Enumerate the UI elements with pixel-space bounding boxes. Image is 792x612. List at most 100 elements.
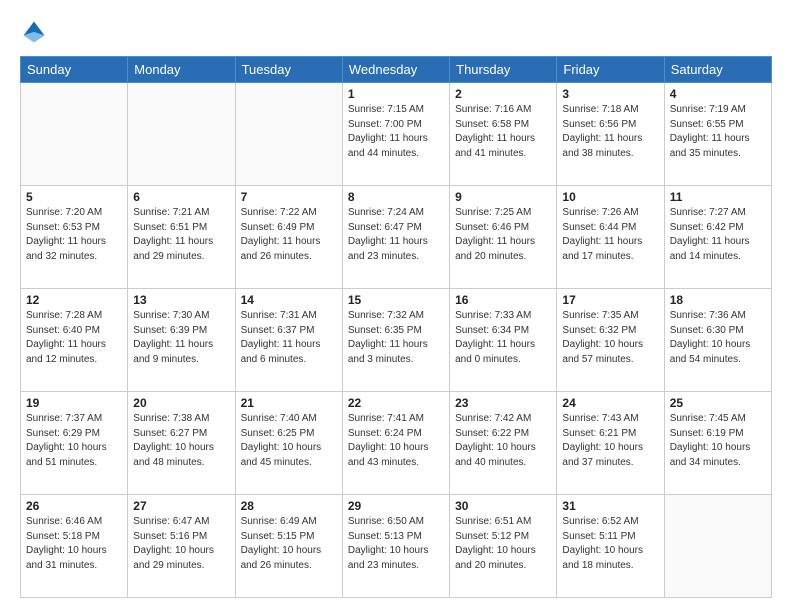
day-info: Sunrise: 7:37 AM Sunset: 6:29 PM Dayligh… [26, 412, 122, 470]
calendar-cell: 14 Sunrise: 7:31 AM Sunset: 6:37 PM Dayli… [235, 289, 342, 392]
day-info: Sunrise: 7:21 AM Sunset: 6:51 PM Dayligh… [133, 206, 229, 264]
calendar-cell: 12 Sunrise: 7:28 AM Sunset: 6:40 PM Dayli… [21, 289, 128, 392]
day-number: 22 [348, 396, 444, 410]
calendar-cell: 11 Sunrise: 7:27 AM Sunset: 6:42 PM Dayli… [664, 186, 771, 289]
calendar-cell: 4 Sunrise: 7:19 AM Sunset: 6:55 PM Daylig… [664, 83, 771, 186]
day-number: 28 [241, 499, 337, 513]
logo-icon [20, 18, 48, 46]
calendar-cell: 1 Sunrise: 7:15 AM Sunset: 7:00 PM Daylig… [342, 83, 449, 186]
calendar-cell [235, 83, 342, 186]
calendar-cell: 15 Sunrise: 7:32 AM Sunset: 6:35 PM Dayli… [342, 289, 449, 392]
day-info: Sunrise: 7:28 AM Sunset: 6:40 PM Dayligh… [26, 309, 122, 367]
calendar-cell [664, 495, 771, 598]
calendar-cell [21, 83, 128, 186]
day-info: Sunrise: 7:31 AM Sunset: 6:37 PM Dayligh… [241, 309, 337, 367]
weekday-header-monday: Monday [128, 57, 235, 83]
calendar-cell: 26Sunrise: 6:46 AM Sunset: 5:18 PM Dayli… [21, 495, 128, 598]
day-number: 21 [241, 396, 337, 410]
day-number: 24 [562, 396, 658, 410]
calendar-cell: 31 Sunrise: 6:52 AM Sunset: 5:11 PM Dayli… [557, 495, 664, 598]
calendar-cell: 20 Sunrise: 7:38 AM Sunset: 6:27 PM Dayli… [128, 392, 235, 495]
weekday-header-saturday: Saturday [664, 57, 771, 83]
day-info: Sunrise: 6:50 AM Sunset: 5:13 PM Dayligh… [348, 515, 444, 573]
weekday-header-thursday: Thursday [450, 57, 557, 83]
day-number: 12 [26, 293, 122, 307]
day-number: 15 [348, 293, 444, 307]
page: SundayMondayTuesdayWednesdayThursdayFrid… [0, 0, 792, 612]
weekday-header-row: SundayMondayTuesdayWednesdayThursdayFrid… [21, 57, 772, 83]
day-number: 31 [562, 499, 658, 513]
day-number: 13 [133, 293, 229, 307]
day-number: 2 [455, 87, 551, 101]
day-info: Sunrise: 7:15 AM Sunset: 7:00 PM Dayligh… [348, 103, 444, 161]
logo [20, 18, 52, 46]
day-info: Sunrise: 7:38 AM Sunset: 6:27 PM Dayligh… [133, 412, 229, 470]
calendar-cell: 3Sunrise: 7:18 AM Sunset: 6:56 PM Daylig… [557, 83, 664, 186]
day-info: Sunrise: 6:47 AM Sunset: 5:16 PM Dayligh… [133, 515, 229, 573]
day-info: Sunrise: 6:49 AM Sunset: 5:15 PM Dayligh… [241, 515, 337, 573]
day-info: Sunrise: 7:35 AM Sunset: 6:32 PM Dayligh… [562, 309, 658, 367]
day-number: 29 [348, 499, 444, 513]
calendar-cell: 24 Sunrise: 7:43 AM Sunset: 6:21 PM Dayli… [557, 392, 664, 495]
calendar-cell: 25Sunrise: 7:45 AM Sunset: 6:19 PM Dayli… [664, 392, 771, 495]
calendar-cell: 30Sunrise: 6:51 AM Sunset: 5:12 PM Dayli… [450, 495, 557, 598]
day-info: Sunrise: 7:33 AM Sunset: 6:34 PM Dayligh… [455, 309, 551, 367]
day-info: Sunrise: 7:41 AM Sunset: 6:24 PM Dayligh… [348, 412, 444, 470]
calendar-week-row: 1 Sunrise: 7:15 AM Sunset: 7:00 PM Daylig… [21, 83, 772, 186]
day-info: Sunrise: 7:20 AM Sunset: 6:53 PM Dayligh… [26, 206, 122, 264]
calendar-cell: 5 Sunrise: 7:20 AM Sunset: 6:53 PM Daylig… [21, 186, 128, 289]
calendar-cell: 8 Sunrise: 7:24 AM Sunset: 6:47 PM Daylig… [342, 186, 449, 289]
calendar-cell: 23 Sunrise: 7:42 AM Sunset: 6:22 PM Dayli… [450, 392, 557, 495]
day-number: 14 [241, 293, 337, 307]
day-info: Sunrise: 7:30 AM Sunset: 6:39 PM Dayligh… [133, 309, 229, 367]
weekday-header-wednesday: Wednesday [342, 57, 449, 83]
day-number: 23 [455, 396, 551, 410]
day-info: Sunrise: 7:42 AM Sunset: 6:22 PM Dayligh… [455, 412, 551, 470]
day-number: 10 [562, 190, 658, 204]
header [20, 18, 772, 46]
calendar-cell: 28 Sunrise: 6:49 AM Sunset: 5:15 PM Dayli… [235, 495, 342, 598]
day-number: 1 [348, 87, 444, 101]
calendar-table: SundayMondayTuesdayWednesdayThursdayFrid… [20, 56, 772, 598]
day-info: Sunrise: 7:40 AM Sunset: 6:25 PM Dayligh… [241, 412, 337, 470]
day-info: Sunrise: 7:45 AM Sunset: 6:19 PM Dayligh… [670, 412, 766, 470]
day-info: Sunrise: 6:52 AM Sunset: 5:11 PM Dayligh… [562, 515, 658, 573]
day-number: 6 [133, 190, 229, 204]
calendar-cell: 17 Sunrise: 7:35 AM Sunset: 6:32 PM Dayli… [557, 289, 664, 392]
day-number: 18 [670, 293, 766, 307]
calendar-cell: 2 Sunrise: 7:16 AM Sunset: 6:58 PM Daylig… [450, 83, 557, 186]
day-number: 16 [455, 293, 551, 307]
calendar-week-row: 5 Sunrise: 7:20 AM Sunset: 6:53 PM Daylig… [21, 186, 772, 289]
day-info: Sunrise: 6:51 AM Sunset: 5:12 PM Dayligh… [455, 515, 551, 573]
day-number: 11 [670, 190, 766, 204]
calendar-cell: 22 Sunrise: 7:41 AM Sunset: 6:24 PM Dayli… [342, 392, 449, 495]
day-info: Sunrise: 7:19 AM Sunset: 6:55 PM Dayligh… [670, 103, 766, 161]
day-info: Sunrise: 7:24 AM Sunset: 6:47 PM Dayligh… [348, 206, 444, 264]
day-info: Sunrise: 7:43 AM Sunset: 6:21 PM Dayligh… [562, 412, 658, 470]
day-number: 9 [455, 190, 551, 204]
day-info: Sunrise: 7:25 AM Sunset: 6:46 PM Dayligh… [455, 206, 551, 264]
day-info: Sunrise: 7:27 AM Sunset: 6:42 PM Dayligh… [670, 206, 766, 264]
day-number: 19 [26, 396, 122, 410]
weekday-header-sunday: Sunday [21, 57, 128, 83]
day-number: 3 [562, 87, 658, 101]
day-number: 20 [133, 396, 229, 410]
calendar-cell [128, 83, 235, 186]
calendar-cell: 9 Sunrise: 7:25 AM Sunset: 6:46 PM Daylig… [450, 186, 557, 289]
calendar-cell: 27 Sunrise: 6:47 AM Sunset: 5:16 PM Dayli… [128, 495, 235, 598]
calendar-cell: 29 Sunrise: 6:50 AM Sunset: 5:13 PM Dayli… [342, 495, 449, 598]
day-number: 8 [348, 190, 444, 204]
calendar-week-row: 26Sunrise: 6:46 AM Sunset: 5:18 PM Dayli… [21, 495, 772, 598]
day-info: Sunrise: 6:46 AM Sunset: 5:18 PM Dayligh… [26, 515, 122, 573]
day-number: 5 [26, 190, 122, 204]
day-number: 4 [670, 87, 766, 101]
day-number: 7 [241, 190, 337, 204]
calendar-cell: 16 Sunrise: 7:33 AM Sunset: 6:34 PM Dayli… [450, 289, 557, 392]
day-number: 27 [133, 499, 229, 513]
day-info: Sunrise: 7:22 AM Sunset: 6:49 PM Dayligh… [241, 206, 337, 264]
day-info: Sunrise: 7:32 AM Sunset: 6:35 PM Dayligh… [348, 309, 444, 367]
day-number: 17 [562, 293, 658, 307]
calendar-week-row: 19 Sunrise: 7:37 AM Sunset: 6:29 PM Dayli… [21, 392, 772, 495]
day-info: Sunrise: 7:36 AM Sunset: 6:30 PM Dayligh… [670, 309, 766, 367]
day-info: Sunrise: 7:16 AM Sunset: 6:58 PM Dayligh… [455, 103, 551, 161]
